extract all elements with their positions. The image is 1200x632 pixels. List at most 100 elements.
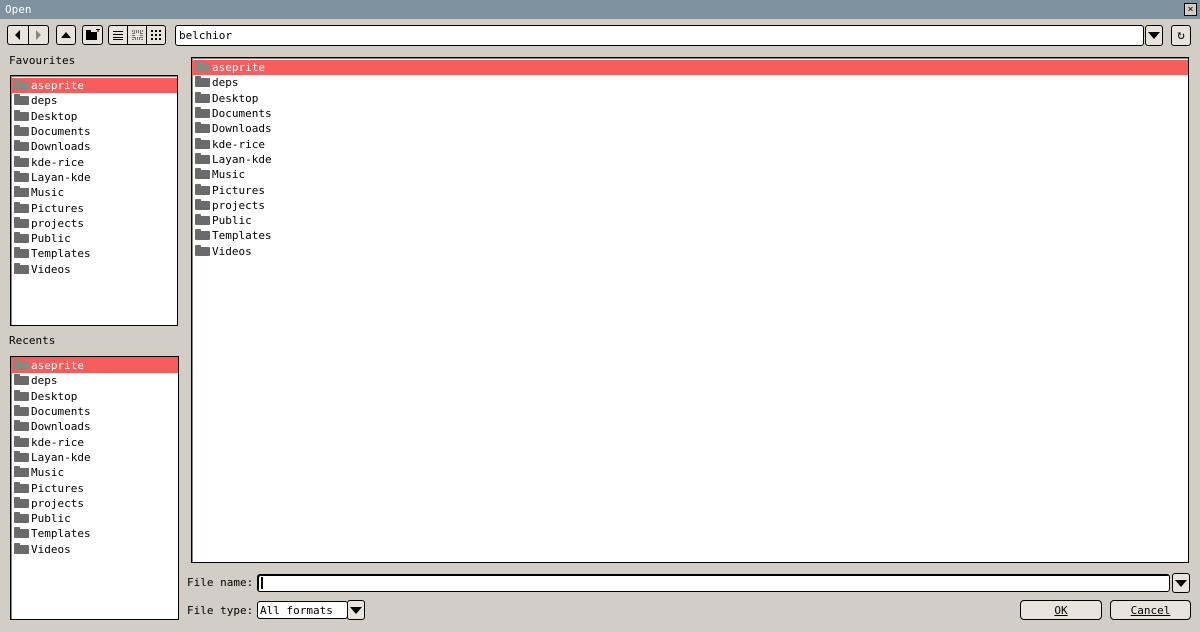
file-list-item[interactable]: Videos <box>192 244 1188 259</box>
favourite-item[interactable]: kde-rice <box>11 154 177 169</box>
item-label: Videos <box>31 542 71 556</box>
favourite-item[interactable]: Layan-kde <box>11 170 177 185</box>
file-name-input[interactable] <box>257 574 1170 592</box>
folder-icon <box>195 214 210 226</box>
file-list[interactable]: aseprite deps Desktop Documents Downloads kde… <box>191 57 1189 563</box>
folder-icon <box>195 91 210 103</box>
item-label: Layan-kde <box>31 450 91 464</box>
file-list-item[interactable]: Desktop <box>192 91 1188 106</box>
file-list-item[interactable]: Documents <box>192 106 1188 121</box>
file-list-item[interactable]: Templates <box>192 228 1188 243</box>
recent-item[interactable]: Videos <box>11 542 178 557</box>
favourite-item[interactable]: Desktop <box>11 109 177 124</box>
recent-item[interactable]: Music <box>11 465 178 480</box>
item-label: Documents <box>31 405 91 419</box>
up-icon <box>61 32 71 38</box>
ok-button[interactable]: OK <box>1020 600 1102 620</box>
favourite-item[interactable]: aseprite <box>11 78 177 94</box>
recent-item[interactable]: Public <box>11 511 178 526</box>
cancel-button[interactable]: Cancel <box>1110 600 1191 620</box>
folder-icon <box>14 262 29 274</box>
recent-item[interactable]: projects <box>11 496 178 511</box>
folder-icon <box>14 125 29 137</box>
file-list-item[interactable]: aseprite <box>192 60 1188 76</box>
file-list-item[interactable]: Public <box>192 213 1188 228</box>
file-type-dropdown-button[interactable] <box>347 600 365 620</box>
file-list-item[interactable]: projects <box>192 198 1188 213</box>
file-type-select[interactable]: All formats <box>257 601 348 619</box>
recent-item[interactable]: Pictures <box>11 480 178 495</box>
favourite-item[interactable]: projects <box>11 216 177 231</box>
item-label: deps <box>212 76 239 90</box>
folder-icon <box>14 140 29 152</box>
list-view-icon <box>113 31 123 40</box>
item-label: Templates <box>212 229 272 243</box>
favourite-item[interactable]: Templates <box>11 246 177 261</box>
favourite-item[interactable]: Public <box>11 231 177 246</box>
favourite-item[interactable]: Pictures <box>11 200 177 215</box>
folder-icon <box>195 244 210 256</box>
item-label: Downloads <box>212 122 272 136</box>
back-button[interactable] <box>8 26 28 44</box>
item-label: Documents <box>31 125 91 139</box>
recent-item[interactable]: Templates <box>11 526 178 541</box>
recent-item[interactable]: Desktop <box>11 389 178 404</box>
favourite-item[interactable]: Videos <box>11 262 177 277</box>
recent-item[interactable]: Layan-kde <box>11 450 178 465</box>
recent-item[interactable]: kde-rice <box>11 434 178 449</box>
location-dropdown-button[interactable] <box>1145 25 1163 46</box>
close-button[interactable]: × <box>1184 3 1197 16</box>
file-list-item[interactable]: Downloads <box>192 121 1188 136</box>
folder-icon <box>195 152 210 164</box>
file-list-item[interactable]: Music <box>192 167 1188 182</box>
cancel-button-label: Cancel <box>1130 603 1171 617</box>
chevron-down-icon <box>1148 32 1160 39</box>
folder-icon <box>14 374 29 386</box>
favourites-list[interactable]: aseprite deps Desktop Documents Downloads kde… <box>10 75 178 326</box>
folder-icon <box>14 109 29 121</box>
item-label: kde-rice <box>31 435 84 449</box>
file-list-item[interactable]: deps <box>192 75 1188 90</box>
forward-button[interactable] <box>27 26 49 44</box>
folder-icon <box>14 232 29 244</box>
folder-icon <box>14 201 29 213</box>
folder-icon <box>195 61 210 73</box>
favourite-item[interactable]: deps <box>11 93 177 108</box>
item-label: Videos <box>212 244 252 258</box>
item-label: Templates <box>31 247 91 261</box>
file-list-item[interactable]: Pictures <box>192 182 1188 197</box>
recent-item[interactable]: aseprite <box>11 358 178 374</box>
item-label: Desktop <box>31 109 78 123</box>
new-folder-button[interactable] <box>82 25 103 45</box>
back-icon <box>15 30 21 40</box>
file-list-item[interactable]: kde-rice <box>192 136 1188 151</box>
recent-item[interactable]: Downloads <box>11 419 178 434</box>
small-icons-view-button[interactable] <box>127 26 146 44</box>
item-label: Public <box>212 214 252 228</box>
item-label: aseprite <box>212 61 265 75</box>
favourite-item[interactable]: Downloads <box>11 139 177 154</box>
folder-icon <box>14 466 29 478</box>
item-label: Layan-kde <box>212 152 272 166</box>
go-up-button[interactable] <box>56 25 76 45</box>
favourite-item[interactable]: Documents <box>11 124 177 139</box>
favourite-item[interactable]: Music <box>11 185 177 200</box>
file-name-label: File name: <box>187 576 254 589</box>
refresh-button[interactable]: ↻ <box>1171 25 1191 46</box>
recents-list[interactable]: aseprite deps Desktop Documents Downloads kde… <box>10 356 179 620</box>
file-type-value: All formats <box>260 604 333 617</box>
recent-item[interactable]: deps <box>11 373 178 388</box>
big-icons-view-icon <box>151 30 161 40</box>
file-name-dropdown-button[interactable] <box>1172 573 1190 593</box>
recent-item[interactable]: Documents <box>11 404 178 419</box>
view-mode-buttons <box>108 25 166 45</box>
file-list-item[interactable]: Layan-kde <box>192 152 1188 167</box>
big-icons-view-button[interactable] <box>146 26 165 44</box>
location-field[interactable]: belchior <box>175 25 1144 46</box>
folder-icon <box>14 216 29 228</box>
list-view-button[interactable] <box>109 26 127 44</box>
item-label: Layan-kde <box>31 170 91 184</box>
favourites-label: Favourites <box>9 54 76 67</box>
item-label: projects <box>212 198 265 212</box>
item-label: Music <box>212 168 246 182</box>
